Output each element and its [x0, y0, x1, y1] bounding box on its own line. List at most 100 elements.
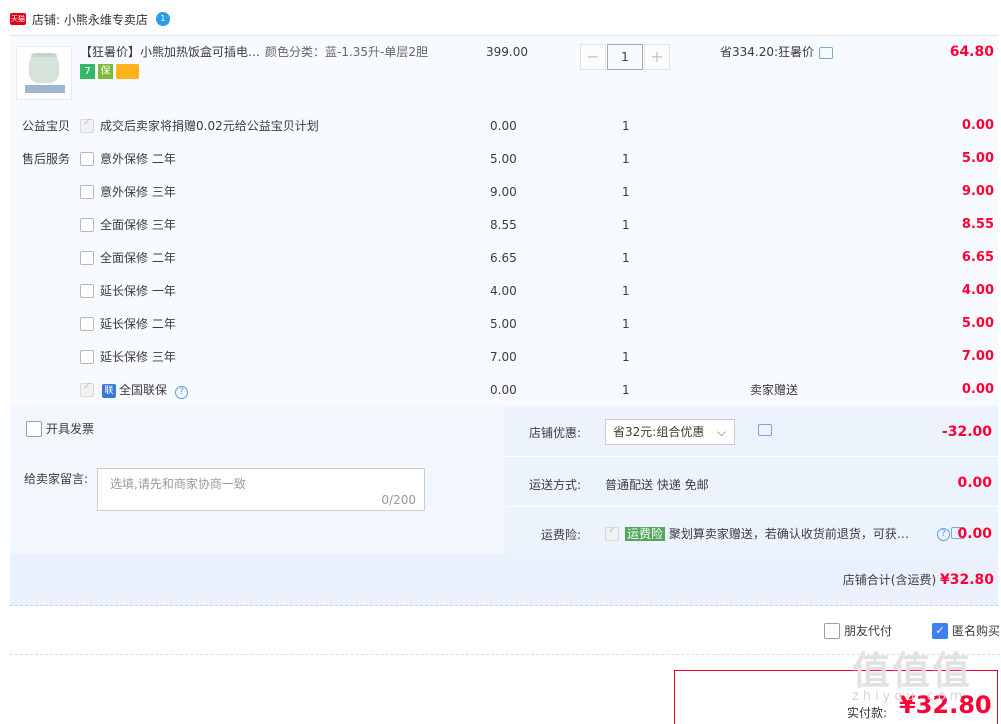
shop-discount-label: 店铺优惠: — [529, 426, 582, 440]
anonymous-option[interactable]: ✓ 匿名购买 — [932, 622, 1000, 639]
service-name: 联全国联保? — [102, 375, 189, 405]
service-subtotal: 0.00 — [961, 382, 994, 397]
tmall-logo: 天猫 — [10, 13, 26, 25]
product-thumbnail[interactable] — [16, 46, 72, 100]
service-row: 延长保修 二年 5.00 1 5.00 — [10, 309, 998, 339]
service-name: 全面保修 二年 — [100, 251, 176, 265]
service-checkbox[interactable] — [80, 251, 94, 265]
freight-insurance-checkbox[interactable] — [605, 525, 619, 541]
service-price: 7.00 — [490, 350, 517, 364]
service-price: 0.00 — [490, 383, 517, 397]
service-name: 意外保修 三年 — [100, 185, 176, 199]
service-qty: 1 — [622, 284, 630, 298]
anonymous-label: 匿名购买 — [952, 624, 1001, 638]
anonymous-checkbox[interactable]: ✓ — [932, 622, 948, 639]
service-price: 4.00 — [490, 284, 517, 298]
service-row: 售后服务 意外保修 二年 5.00 1 5.00 — [10, 144, 998, 174]
watermark-logo: 值值值 — [852, 649, 973, 693]
message-placeholder: 选填,请先和商家协商一致 — [110, 477, 246, 491]
friend-pay-label: 朋友代付 — [844, 624, 893, 638]
quantity-input[interactable]: 1 — [607, 44, 643, 70]
service-price: 0.00 — [490, 119, 517, 133]
service-checkbox[interactable] — [80, 350, 94, 364]
service-qty: 1 — [622, 119, 630, 133]
service-name: 成交后卖家将捐赠0.02元给公益宝贝计划 — [100, 119, 319, 133]
credit-card-icon — [116, 64, 139, 79]
invoice-checkbox[interactable] — [26, 420, 42, 437]
service-row: 公益宝贝 成交后卖家将捐赠0.02元给公益宝贝计划 0.00 1 0.00 — [10, 111, 998, 141]
service-row: 延长保修 一年 4.00 1 4.00 — [10, 276, 998, 306]
guarantee-icon: 保 — [98, 64, 113, 79]
friend-pay-option[interactable]: 朋友代付 — [824, 622, 892, 639]
service-subtotal: 7.00 — [961, 349, 994, 364]
service-checkbox[interactable] — [80, 152, 94, 166]
service-checkbox[interactable] — [80, 117, 94, 133]
freight-insurance-tag: 运费险 — [625, 527, 666, 541]
service-qty: 1 — [622, 218, 630, 232]
product-badges: 7 保 — [80, 64, 142, 79]
savings-text: 省334.20:狂暑价 — [720, 42, 834, 62]
shop-options-panel: 店铺优惠: 省32元:组合优惠 ⌵ -32.00 运送方式: 普通配送 快递 免邮… — [505, 406, 998, 553]
service-price: 5.00 — [490, 317, 517, 331]
shop-discount-value: -32.00 — [941, 424, 992, 440]
service-checkbox[interactable] — [80, 218, 94, 232]
product-row: 【狂暑价】小熊加热饭盒可插电… 颜色分类：蓝-1.35升-单层2胆 7 保 39… — [10, 42, 998, 104]
service-qty: 1 — [622, 152, 630, 166]
payment-label: 实付款: — [847, 706, 888, 720]
unit-price: 399.00 — [486, 45, 528, 59]
invoice-label: 开具发票 — [46, 422, 95, 436]
friend-pay-checkbox[interactable] — [824, 622, 840, 639]
charity-label: 公益宝贝 — [22, 119, 71, 133]
freight-insurance-label: 运费险: — [541, 528, 582, 542]
quantity-stepper: − 1 + — [580, 44, 670, 70]
item-subtotal: 64.80 — [949, 44, 994, 60]
message-label: 给卖家留言: — [24, 472, 89, 486]
product-title-link[interactable]: 【狂暑价】小熊加热饭盒可插电… — [80, 42, 260, 62]
service-qty: 1 — [622, 251, 630, 265]
service-checkbox[interactable] — [80, 381, 94, 397]
service-qty: 1 — [622, 383, 630, 397]
help-icon[interactable]: ? — [937, 528, 950, 541]
shipping-label: 运送方式: — [529, 478, 582, 492]
service-subtotal: 6.65 — [961, 250, 994, 265]
watermark-text: zhiyou.com — [852, 689, 967, 704]
quantity-plus-button[interactable]: + — [644, 44, 670, 70]
service-row: 延长保修 三年 7.00 1 7.00 — [10, 342, 998, 372]
order-item-block: 【狂暑价】小熊加热饭盒可插电… 颜色分类：蓝-1.35升-单层2胆 7 保 39… — [10, 35, 998, 406]
wangwang-chat-icon[interactable]: 1 — [155, 12, 170, 26]
service-checkbox[interactable] — [80, 284, 94, 298]
service-subtotal: 4.00 — [961, 283, 994, 298]
service-price: 8.55 — [490, 218, 517, 232]
service-checkbox[interactable] — [80, 185, 94, 199]
service-checkbox[interactable] — [80, 317, 94, 331]
service-qty: 1 — [622, 317, 630, 331]
lianbao-icon: 联 — [102, 383, 116, 398]
service-row: 联全国联保? 0.00 1 卖家赠送 0.00 — [10, 375, 998, 405]
message-char-count: 0/200 — [381, 493, 416, 507]
message-input[interactable]: 选填,请先和商家协商一致 0/200 — [97, 468, 425, 511]
chat-bubble-icon[interactable] — [819, 47, 834, 59]
chevron-down-icon: ⌵ — [716, 425, 726, 439]
service-row: 全面保修 二年 6.65 1 6.65 — [10, 243, 998, 273]
freight-insurance-amount: 0.00 — [957, 526, 992, 542]
quantity-minus-button[interactable]: − — [580, 44, 606, 70]
invoice-message-panel: 开具发票 给卖家留言: 选填,请先和商家协商一致 0/200 — [10, 406, 505, 553]
chat-bubble-icon[interactable] — [758, 424, 772, 436]
invoice-option[interactable]: 开具发票 — [26, 420, 94, 437]
service-price: 5.00 — [490, 152, 517, 166]
service-name: 意外保修 二年 — [100, 152, 176, 166]
aftersale-label: 售后服务 — [22, 152, 71, 166]
shop-total: 店铺合计(含运费) ¥32.80 — [843, 571, 994, 588]
shipping-method: 普通配送 快递 免邮 — [605, 478, 709, 492]
service-subtotal: 0.00 — [961, 118, 994, 133]
shop-name-link[interactable]: 店铺: 小熊永维专卖店 — [32, 11, 148, 28]
service-row: 全面保修 三年 8.55 1 8.55 — [10, 210, 998, 240]
service-qty: 1 — [622, 185, 630, 199]
shop-total-label: 店铺合计(含运费) — [842, 573, 937, 587]
shop-discount-select[interactable]: 省32元:组合优惠 ⌵ — [605, 419, 735, 445]
service-name: 延长保修 一年 — [100, 284, 176, 298]
help-icon[interactable]: ? — [175, 386, 189, 399]
service-price: 6.65 — [490, 251, 517, 265]
service-subtotal: 5.00 — [961, 316, 994, 331]
service-subtotal: 5.00 — [961, 151, 994, 166]
